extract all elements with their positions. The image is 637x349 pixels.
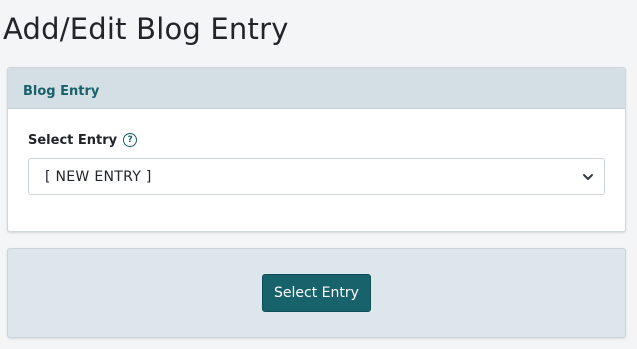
select-entry-label: Select Entry <box>28 132 118 148</box>
field-label-row: Select Entry ? <box>28 131 605 149</box>
card-header: Blog Entry <box>8 68 625 109</box>
blog-entry-card: Blog Entry Select Entry ? [ NEW ENTRY ] <box>7 67 626 232</box>
select-entry-button[interactable]: Select Entry <box>262 274 371 312</box>
footer-panel: Select Entry <box>7 248 626 338</box>
select-entry-value: [ NEW ENTRY ] <box>45 168 152 185</box>
card-body: Select Entry ? [ NEW ENTRY ] <box>8 109 625 195</box>
page-title: Add/Edit Blog Entry <box>3 12 289 46</box>
select-entry-dropdown[interactable]: [ NEW ENTRY ] <box>28 158 605 195</box>
question-circle-icon[interactable]: ? <box>123 133 138 147</box>
chevron-down-icon <box>583 173 593 180</box>
card-header-title: Blog Entry <box>23 84 100 99</box>
